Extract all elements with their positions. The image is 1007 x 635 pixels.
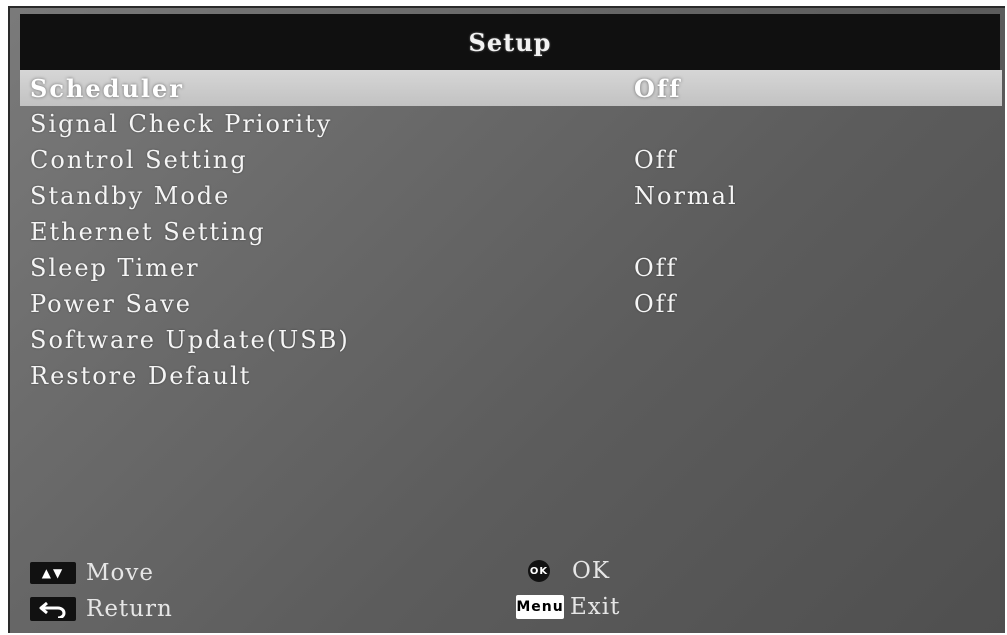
- hint-ok: OK OK: [528, 558, 610, 584]
- menu-item-label: Scheduler: [30, 73, 184, 103]
- menu-item-ethernet-setting[interactable]: Ethernet Setting: [20, 214, 1002, 250]
- osd-screen: Setup Scheduler Off Signal Check Priorit…: [8, 6, 1005, 633]
- menu-item-value: Normal: [634, 182, 738, 210]
- menu-item-control-setting[interactable]: Control Setting Off: [20, 142, 1002, 178]
- menu-item-restore-default[interactable]: Restore Default: [20, 358, 1002, 394]
- title-bar: Setup: [20, 14, 1000, 70]
- menu-item-standby-mode[interactable]: Standby Mode Normal: [20, 178, 1002, 214]
- menu-item-label: Restore Default: [30, 362, 252, 390]
- menu-item-value: Off: [634, 290, 678, 318]
- menu-item-software-update[interactable]: Software Update(USB): [20, 322, 1002, 358]
- menu-key-icon: Menu: [516, 595, 564, 619]
- menu-item-signal-check-priority[interactable]: Signal Check Priority: [20, 106, 1002, 142]
- page-title: Setup: [468, 27, 552, 57]
- menu-item-label: Power Save: [30, 290, 192, 318]
- ok-button-icon: OK: [528, 560, 550, 582]
- menu-item-value: Off: [634, 254, 678, 282]
- hint-exit: Menu Exit: [516, 594, 620, 620]
- menu-item-scheduler[interactable]: Scheduler Off: [20, 70, 1002, 106]
- menu-item-sleep-timer[interactable]: Sleep Timer Off: [20, 250, 1002, 286]
- return-arrow-icon: [30, 597, 76, 621]
- setup-menu-list: Scheduler Off Signal Check Priority Cont…: [20, 70, 1002, 394]
- menu-item-label: Ethernet Setting: [30, 218, 266, 246]
- menu-item-power-save[interactable]: Power Save Off: [20, 286, 1002, 322]
- hint-return-label: Return: [86, 596, 173, 622]
- menu-item-value: Off: [634, 146, 678, 174]
- menu-item-label: Sleep Timer: [30, 254, 200, 282]
- hint-ok-label: OK: [572, 558, 611, 584]
- hint-move-label: Move: [86, 560, 155, 586]
- up-down-arrows-icon: ▲▼: [30, 562, 76, 584]
- menu-item-label: Standby Mode: [30, 182, 231, 210]
- menu-item-label: Control Setting: [30, 146, 248, 174]
- menu-item-value: Off: [634, 73, 682, 103]
- menu-item-label: Signal Check Priority: [30, 110, 333, 138]
- menu-item-label: Software Update(USB): [30, 326, 350, 354]
- hint-move: ▲▼ Move: [30, 560, 154, 586]
- hint-exit-label: Exit: [570, 594, 621, 620]
- hint-return: Return: [30, 596, 173, 622]
